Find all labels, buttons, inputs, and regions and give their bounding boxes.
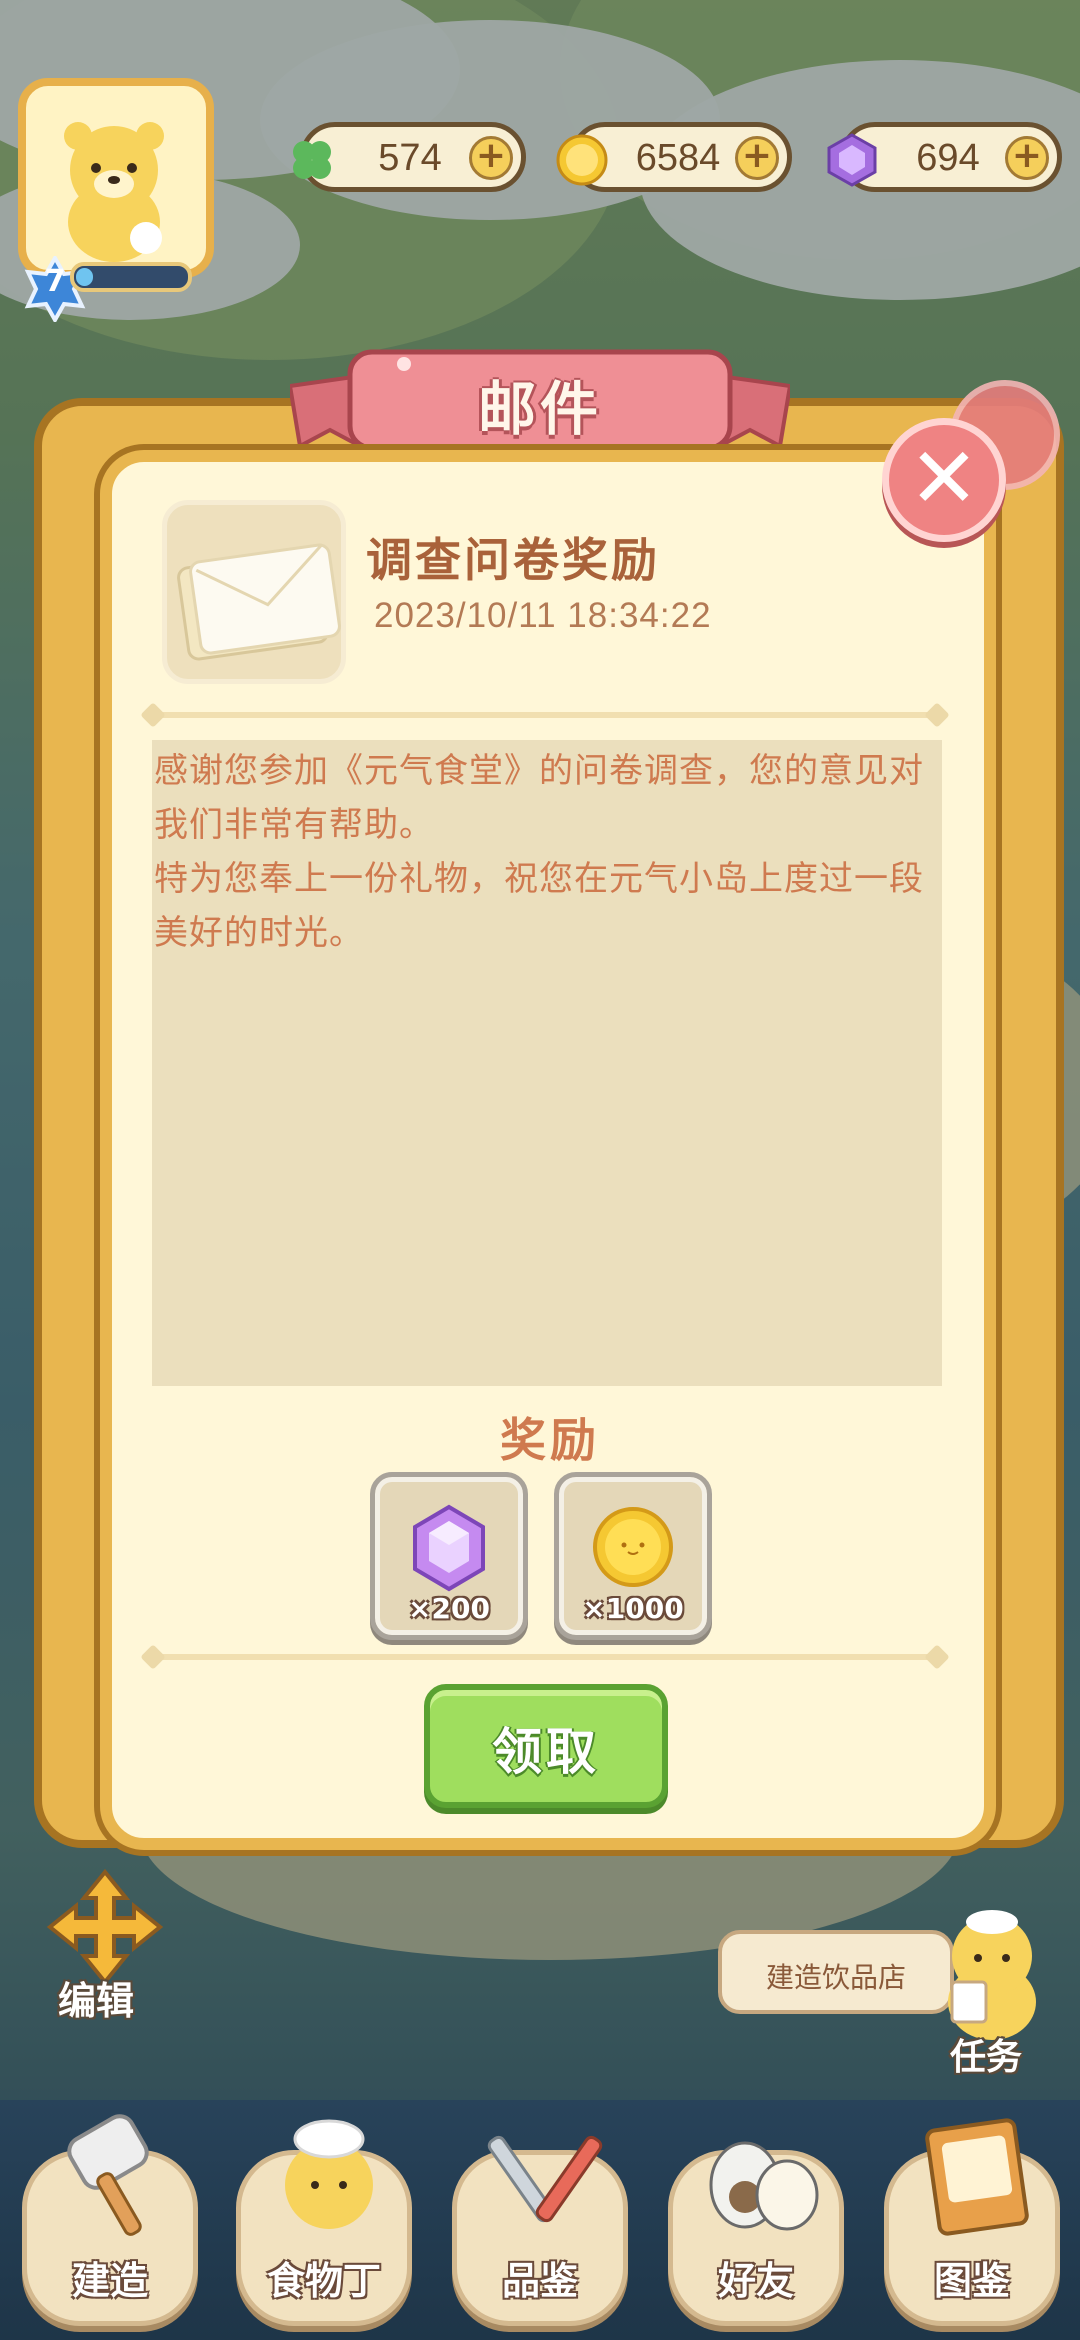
add-coin-button[interactable]: +	[735, 136, 779, 180]
nav-friends-label: 好友	[717, 2259, 794, 2303]
nav-tasting-button[interactable]: 品鉴	[452, 2135, 628, 2326]
move-arrows-icon[interactable]	[46, 1868, 164, 1986]
nav-friends-button[interactable]: 好友	[668, 2141, 844, 2326]
coin-icon	[556, 134, 608, 186]
nav-food-chef-label: 食物丁	[266, 2259, 381, 2303]
player-avatar[interactable]	[18, 78, 214, 278]
coin-icon	[593, 1507, 673, 1587]
dialog-title: 邮件	[477, 375, 602, 443]
coin-counter: 6584 +	[556, 122, 792, 192]
nav-build-button[interactable]: 建造	[22, 2114, 198, 2326]
divider-bottom	[150, 1654, 940, 1660]
clover-counter: 574 +	[293, 122, 526, 192]
nav-build-label: 建造	[71, 2259, 148, 2303]
task-bear-icon[interactable]	[932, 1902, 1052, 2042]
reward-coin-quantity: ×1000	[582, 1592, 684, 1625]
utensils-icon	[487, 2135, 603, 2223]
nav-food-chef-button[interactable]: 食物丁	[236, 2119, 412, 2326]
mail-item-icon-box	[162, 500, 346, 684]
xp-progress-bar	[70, 262, 192, 292]
xp-progress-fill	[76, 268, 93, 286]
envelope-icon	[177, 543, 341, 661]
mail-subject: 调查问卷奖励	[366, 533, 660, 587]
coin-count: 6584	[635, 137, 721, 179]
add-clover-button[interactable]: +	[469, 136, 513, 180]
close-button[interactable]: ✕	[882, 418, 1006, 542]
clover-count: 574	[378, 137, 442, 179]
task-label[interactable]: 任务	[950, 2028, 1022, 2080]
edit-label: 编辑	[58, 1979, 135, 2023]
close-icon: ✕	[908, 429, 980, 527]
nav-collection-label: 图鉴	[933, 2259, 1010, 2303]
clover-icon	[293, 141, 331, 179]
reward-slot-gem[interactable]: ×200	[370, 1472, 528, 1640]
player-level: 7	[44, 264, 66, 299]
build-drink-shop-label: 建造饮品店	[765, 1961, 906, 1994]
nav-tasting-label: 品鉴	[501, 2259, 578, 2303]
claim-button-label: 领取	[492, 1723, 600, 1781]
claim-button[interactable]: 领取	[424, 1684, 668, 1808]
gem-icon	[827, 133, 877, 187]
mail-body-box[interactable]: 感谢您参加《元气食堂》的问卷调查，您的意见对我们非常有帮助。 特为您奉上一份礼物…	[152, 740, 942, 1386]
chef-bear-icon	[285, 2119, 373, 2229]
gem-count: 694	[916, 137, 980, 179]
bear-avatar-icon	[64, 122, 164, 262]
reward-gem-quantity: ×200	[408, 1592, 490, 1625]
mail-timestamp: 2023/10/11 18:34:22	[374, 596, 712, 635]
hammer-icon	[67, 2114, 149, 2236]
gem-icon	[413, 1504, 485, 1592]
mail-body-text: 感谢您参加《元气食堂》的问卷调查，您的意见对我们非常有帮助。 特为您奉上一份礼物…	[154, 751, 924, 953]
reward-slot-coin[interactable]: ×1000	[554, 1472, 712, 1640]
nav-collection-button[interactable]: 图鉴	[884, 2118, 1060, 2326]
build-drink-shop-button[interactable]: 建造饮品店	[718, 1930, 954, 2014]
divider-top	[150, 712, 940, 718]
book-icon	[925, 2118, 1029, 2236]
reward-heading: 奖励	[500, 1413, 600, 1467]
gem-counter: 694 +	[827, 122, 1062, 192]
friends-icon	[709, 2141, 819, 2231]
add-gem-button[interactable]: +	[1005, 136, 1049, 180]
